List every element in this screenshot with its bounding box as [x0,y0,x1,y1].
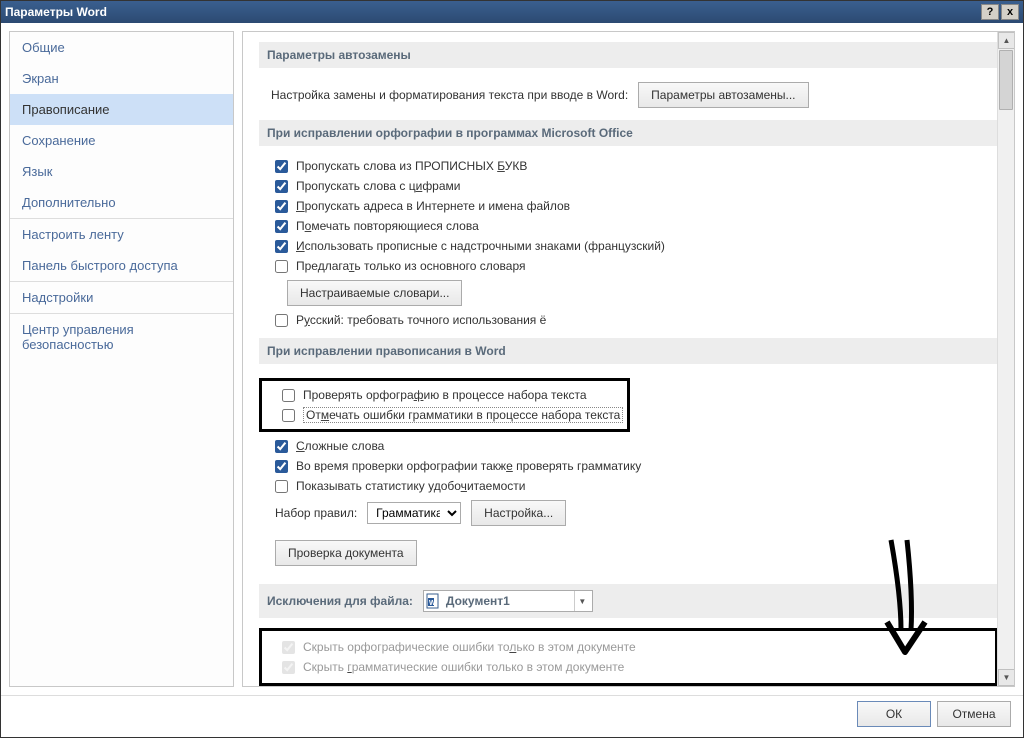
sidebar-item[interactable]: Настроить ленту [10,219,233,250]
exceptions-file-select[interactable]: W Документ1 ▼ [423,590,593,612]
custom-dictionaries-button[interactable]: Настраиваемые словари... [287,280,462,306]
checkbox[interactable] [275,480,288,493]
sidebar-item[interactable]: Центр управления безопасностью [10,314,233,360]
scroll-down-button[interactable]: ▼ [998,669,1015,686]
checkbox-row: Помечать повторяющиеся слова [259,216,998,236]
ok-button[interactable]: ОК [857,701,931,727]
content-pane: Параметры автозамены Настройка замены и … [243,32,1014,686]
checkbox[interactable] [275,220,288,233]
vertical-scrollbar[interactable]: ▲ ▼ [997,32,1014,686]
window-title: Параметры Word [5,5,979,19]
sidebar-item[interactable]: Экран [10,63,233,94]
section-word-header: При исправлении правописания в Word [259,338,998,364]
autocorrect-desc: Настройка замены и форматирования текста… [271,88,628,102]
help-button[interactable]: ? [981,4,999,20]
checkbox-label: Русский: требовать точного использования… [296,313,546,327]
checkbox-label: Проверять орфографию в процессе набора т… [303,388,587,402]
scroll-up-button[interactable]: ▲ [998,32,1015,49]
checkbox-row: Предлагать только из основного словаря [259,256,998,276]
exceptions-label: Исключения для файла: [267,594,413,608]
ruleset-label: Набор правил: [275,506,357,520]
checkbox-row: Пропускать адреса в Интернете и имена фа… [259,196,998,216]
autocorrect-options-button[interactable]: Параметры автозамены... [638,82,808,108]
section-spelling-header: При исправлении орфографии в программах … [259,120,998,146]
checkbox[interactable] [275,460,288,473]
checkbox[interactable] [275,160,288,173]
checkbox-label: Пропускать адреса в Интернете и имена фа… [296,199,570,213]
checkbox-label: Использовать прописные с надстрочными зн… [296,239,665,253]
checkbox-row: Пропускать слова с цифрами [259,176,998,196]
sidebar-item[interactable]: Панель быстрого доступа [10,250,233,281]
sidebar-item[interactable]: Язык [10,156,233,187]
checkbox[interactable] [275,440,288,453]
checkbox-row: Использовать прописные с надстрочными зн… [259,236,998,256]
titlebar: Параметры Word ? x [1,1,1023,23]
checkbox[interactable] [275,180,288,193]
cancel-button[interactable]: Отмена [937,701,1011,727]
ruleset-settings-button[interactable]: Настройка... [471,500,566,526]
close-button[interactable]: x [1001,4,1019,20]
sidebar-item[interactable]: Надстройки [10,282,233,313]
annotation-highlight-1: Проверять орфографию в процессе набора т… [259,378,630,432]
checkbox [282,661,295,674]
checkbox[interactable] [275,260,288,273]
checkbox-label: Сложные слова [296,439,384,453]
dialog-footer: ОК Отмена [1,695,1023,731]
svg-text:W: W [429,600,436,607]
sidebar-item[interactable]: Правописание [10,94,233,125]
checkbox[interactable] [275,314,288,327]
checkbox-row: Русский: требовать точного использования… [259,310,998,330]
sidebar-item[interactable]: Дополнительно [10,187,233,218]
checkbox-row: Во время проверки орфографии также прове… [259,456,998,476]
checkbox-row: Сложные слова [259,436,998,456]
checkbox-label: Показывать статистику удобочитаемости [296,479,525,493]
checkbox-row: Проверять орфографию в процессе набора т… [266,385,623,405]
checkbox-label: Предлагать только из основного словаря [296,259,526,273]
word-doc-icon: W [426,593,442,609]
checkbox[interactable] [282,389,295,402]
sidebar-item[interactable]: Общие [10,32,233,63]
chevron-down-icon: ▼ [574,591,590,611]
sidebar-item[interactable]: Сохранение [10,125,233,156]
checkbox[interactable] [275,240,288,253]
checkbox-label: Отмечать ошибки грамматики в процессе на… [303,408,623,422]
annotation-highlight-2: Скрыть орфографические ошибки только в э… [259,628,998,686]
checkbox-row: Пропускать слова из ПРОПИСНЫХ БУКВ [259,156,998,176]
checkbox-row: Показывать статистику удобочитаемости [259,476,998,496]
checkbox-row: Скрыть орфографические ошибки только в э… [266,637,991,657]
checkbox-label: Пропускать слова с цифрами [296,179,461,193]
exceptions-file-name: Документ1 [446,594,510,608]
checkbox-label: Помечать повторяющиеся слова [296,219,479,233]
scroll-thumb[interactable] [999,50,1013,110]
checkbox-label: Скрыть грамматические ошибки только в эт… [303,660,624,674]
checkbox-label: Пропускать слова из ПРОПИСНЫХ БУКВ [296,159,527,173]
check-document-button[interactable]: Проверка документа [275,540,417,566]
checkbox-label: Скрыть орфографические ошибки только в э… [303,640,636,654]
sidebar: ОбщиеЭкранПравописаниеСохранениеЯзыкДопо… [9,31,234,687]
checkbox[interactable] [275,200,288,213]
section-exceptions-header: Исключения для файла: W Документ1 ▼ [259,584,998,618]
checkbox [282,641,295,654]
checkbox-row: Отмечать ошибки грамматики в процессе на… [266,405,623,425]
ruleset-select[interactable]: Грамматика [368,503,460,523]
section-autocorrect-header: Параметры автозамены [259,42,998,68]
checkbox-row: Скрыть грамматические ошибки только в эт… [266,657,991,677]
checkbox[interactable] [282,409,295,422]
checkbox-label: Во время проверки орфографии также прове… [296,459,641,473]
